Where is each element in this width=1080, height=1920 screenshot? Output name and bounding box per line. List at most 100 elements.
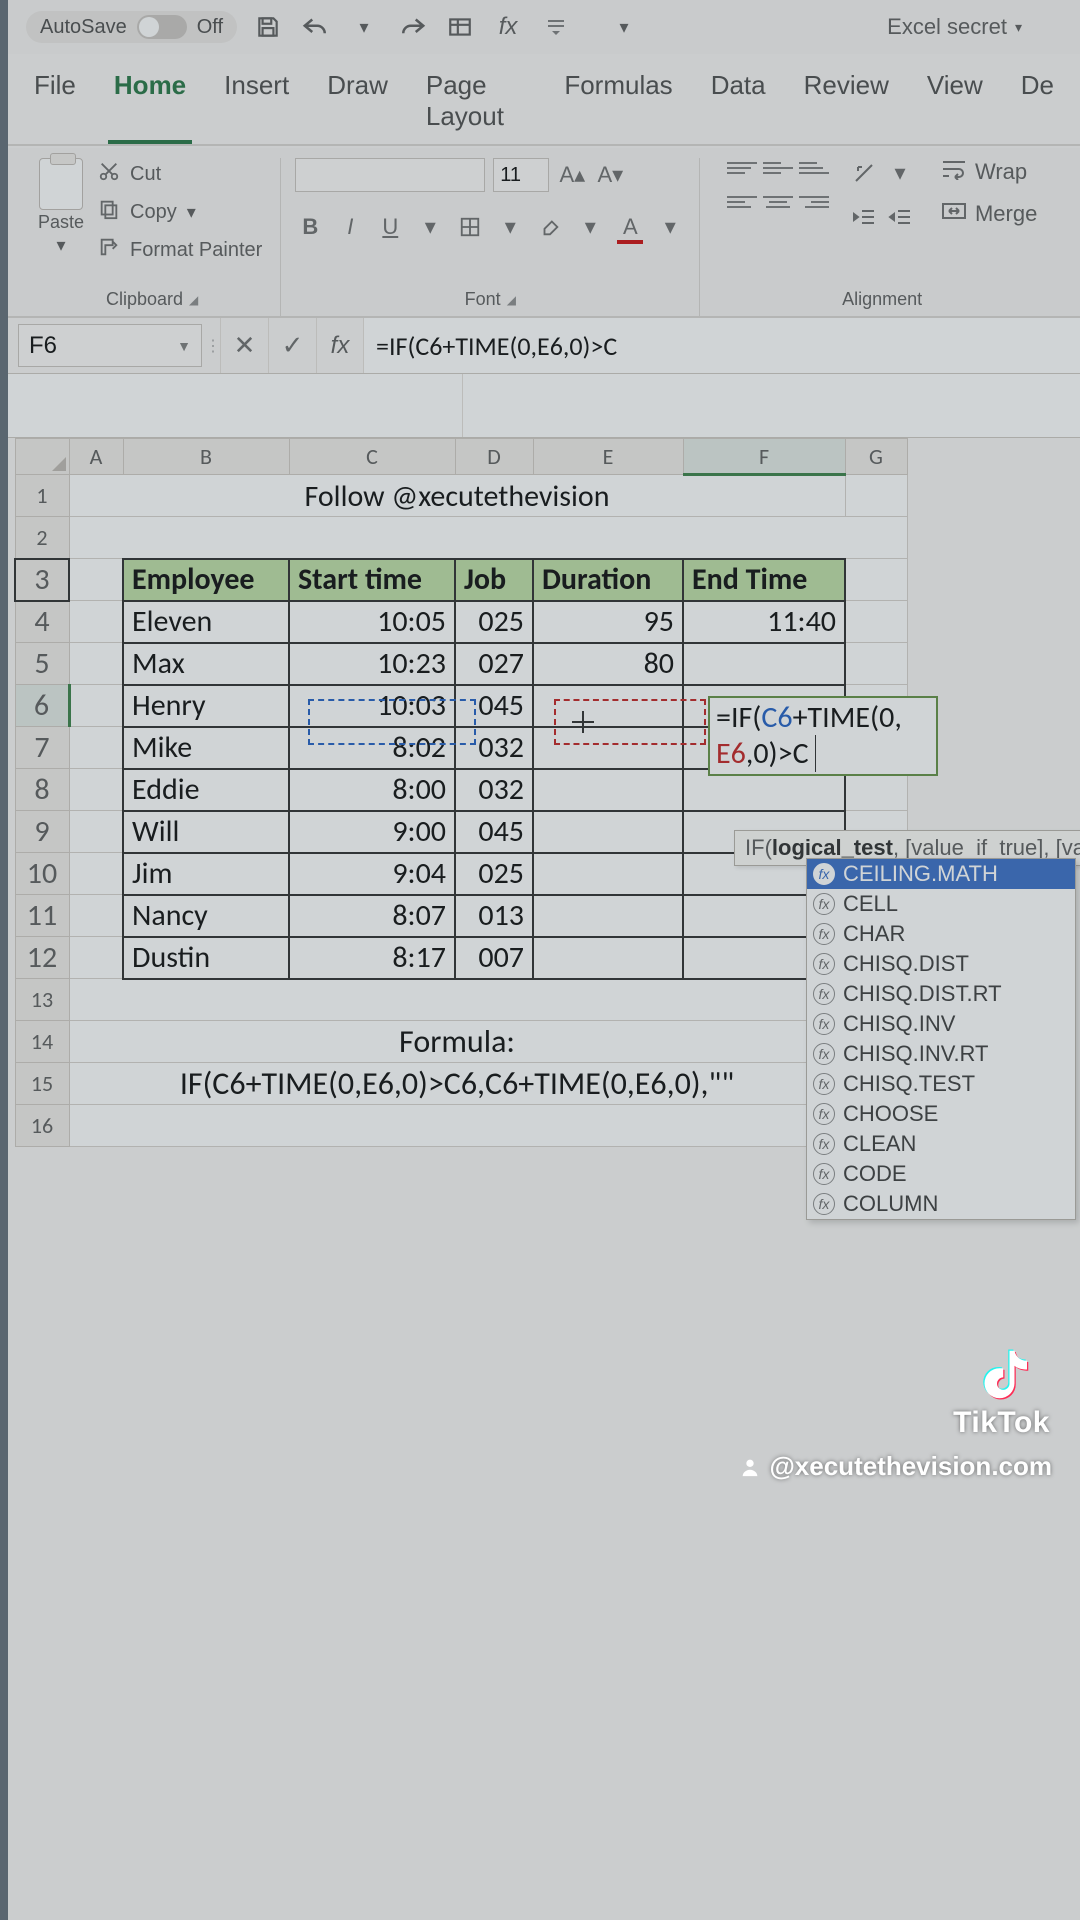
fill-color-dropdown-icon[interactable]: ▾ [575,212,605,242]
align-top-icon[interactable] [727,158,757,178]
ac-item[interactable]: fxCHISQ.DIST.RT [807,979,1075,1009]
ac-item[interactable]: fxCHISQ.INV.RT [807,1039,1075,1069]
merge-button[interactable]: Merge [941,200,1037,228]
col-header-c[interactable]: C [289,439,455,475]
qat-overflow-icon[interactable] [539,10,573,44]
insert-function-button[interactable]: fx [316,318,364,373]
underline-dropdown-icon[interactable]: ▾ [415,212,445,242]
italic-button[interactable]: I [335,212,365,242]
decrease-indent-icon[interactable] [849,202,879,232]
table-cell[interactable]: 8:07 [289,895,455,937]
increase-indent-icon[interactable] [885,202,915,232]
select-all-corner[interactable] [15,439,69,475]
table-cell[interactable]: 032 [455,727,533,769]
hdr-duration[interactable]: Duration [533,559,683,601]
table-cell[interactable]: Nancy [123,895,289,937]
tab-data[interactable]: Data [705,64,772,144]
col-header-a[interactable]: A [69,439,123,475]
table-cell[interactable] [533,685,683,727]
font-family-select[interactable] [295,158,485,192]
ac-item[interactable]: fxCODE [807,1159,1075,1189]
accept-formula-button[interactable]: ✓ [268,318,316,373]
align-left-icon[interactable] [727,192,757,212]
autosave-toggle[interactable]: AutoSave Off [26,11,237,43]
format-painter-button[interactable]: Format Painter [94,234,266,266]
tab-home[interactable]: Home [108,64,192,144]
orientation-icon[interactable] [849,158,879,188]
ac-item[interactable]: fxCHISQ.INV [807,1009,1075,1039]
table-cell[interactable]: 10:05 [289,601,455,643]
tab-view[interactable]: View [921,64,989,144]
name-box[interactable]: F6 ▼ [18,324,202,367]
table-cell[interactable]: Eddie [123,769,289,811]
row-header[interactable]: 6 [15,685,69,727]
table-cell[interactable]: 8:00 [289,769,455,811]
row-header[interactable]: 7 [15,727,69,769]
ac-item[interactable]: fxCELL [807,889,1075,919]
table-cell[interactable] [533,811,683,853]
tab-draw[interactable]: Draw [321,64,394,144]
ac-item[interactable]: fxCHISQ.DIST [807,949,1075,979]
wrap-text-button[interactable]: Wrap [941,158,1037,186]
align-middle-icon[interactable] [763,158,793,178]
table-cell[interactable]: Will [123,811,289,853]
table-cell[interactable]: 80 [533,643,683,685]
bold-button[interactable]: B [295,212,325,242]
table-cell[interactable]: 025 [455,853,533,895]
ac-item[interactable]: fxCHOOSE [807,1099,1075,1129]
fill-color-icon[interactable] [535,212,565,242]
ac-item[interactable]: fxCHISQ.TEST [807,1069,1075,1099]
table-cell[interactable]: 027 [455,643,533,685]
row-header[interactable]: 14 [15,1021,69,1063]
autosave-switch[interactable] [137,15,187,39]
title-cell[interactable]: Follow @xecutethevision [69,475,845,517]
table-cell[interactable]: 007 [455,937,533,979]
table-cell[interactable]: 045 [455,685,533,727]
table-cell[interactable]: Eleven [123,601,289,643]
table-cell[interactable]: Dustin [123,937,289,979]
vertical-align-group[interactable] [727,158,829,178]
tab-insert[interactable]: Insert [218,64,295,144]
align-bottom-icon[interactable] [799,158,829,178]
table-cell[interactable]: 9:00 [289,811,455,853]
borders-dropdown-icon[interactable]: ▾ [495,212,525,242]
col-header-b[interactable]: B [123,439,289,475]
table-cell[interactable]: 032 [455,769,533,811]
tab-review[interactable]: Review [798,64,895,144]
row-header[interactable]: 9 [15,811,69,853]
table-cell[interactable] [683,643,845,685]
paste-button[interactable]: Paste ▾ [38,158,84,256]
table-cell[interactable]: Max [123,643,289,685]
paste-dropdown-icon[interactable]: ▾ [56,235,65,256]
col-header-e[interactable]: E [533,439,683,475]
align-right-icon[interactable] [799,192,829,212]
table-cell[interactable]: Mike [123,727,289,769]
cell-editor[interactable]: =IF(C6+TIME(0, E6,0)>C [708,696,938,776]
namebox-dropdown-icon[interactable]: ▼ [177,338,191,354]
row-header[interactable]: 4 [15,601,69,643]
table-cell[interactable]: 8:17 [289,937,455,979]
table-cell[interactable]: 025 [455,601,533,643]
tab-page-layout[interactable]: Page Layout [420,64,532,144]
col-header-f[interactable]: F [683,439,845,475]
table-cell[interactable] [533,937,683,979]
row-header[interactable]: 16 [15,1105,69,1147]
horizontal-align-group[interactable] [727,192,829,212]
orientation-dropdown-icon[interactable]: ▾ [885,158,915,188]
table-cell[interactable]: 045 [455,811,533,853]
hdr-job[interactable]: Job [455,559,533,601]
worksheet-grid[interactable]: A B C D E F G 1 Follow @xecutethevision … [8,438,1080,1147]
table-cell[interactable]: Jim [123,853,289,895]
row-header[interactable]: 5 [15,643,69,685]
decrease-font-icon[interactable]: A▾ [595,160,625,190]
underline-button[interactable]: U [375,212,405,242]
table-cell[interactable] [533,853,683,895]
row-header[interactable]: 3 [15,559,69,601]
ac-item[interactable]: fxCOLUMN [807,1189,1075,1219]
formula-label-cell[interactable]: Formula: [69,1021,845,1063]
table-cell[interactable]: 9:04 [289,853,455,895]
font-color-icon[interactable]: A [615,212,645,242]
row-header[interactable]: 15 [15,1063,69,1105]
row-header[interactable]: 8 [15,769,69,811]
fx-quick-icon[interactable]: fx [491,10,525,44]
